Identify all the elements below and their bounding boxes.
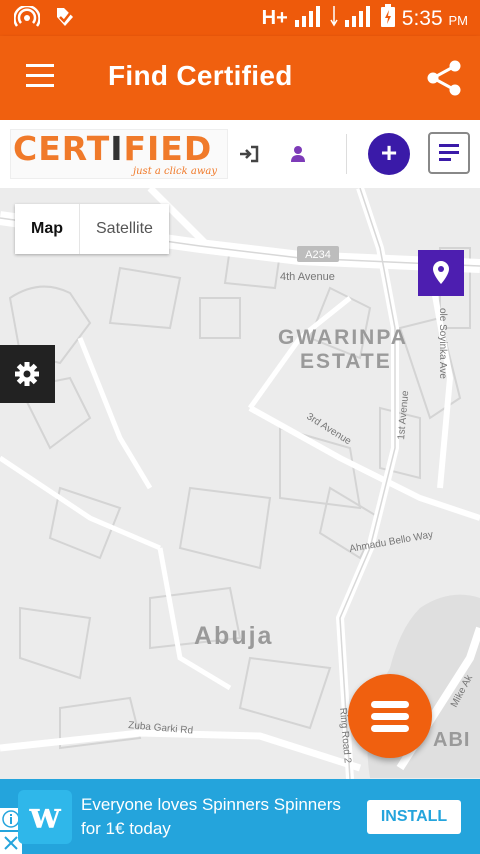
label-abuja: Abuja bbox=[194, 622, 273, 650]
app-bar: Find Certified bbox=[0, 36, 480, 120]
settings-button[interactable] bbox=[0, 345, 55, 403]
map-type-map[interactable]: Map bbox=[15, 204, 80, 254]
page-title: Find Certified bbox=[108, 60, 293, 91]
location-pin-icon bbox=[433, 261, 449, 284]
gear-icon bbox=[15, 362, 39, 386]
map-type-toggle: Map Satellite bbox=[15, 204, 169, 254]
signal-icon-2 bbox=[344, 4, 374, 33]
clock-time: 5:35 bbox=[401, 6, 443, 30]
ad-text: Everyone loves Spinners Spinners for 1€ … bbox=[81, 795, 341, 838]
logo-text-mid: I bbox=[110, 129, 124, 168]
hotspot-icon bbox=[13, 4, 41, 33]
battery-charging-icon bbox=[380, 4, 396, 33]
floating-menu-button[interactable] bbox=[348, 674, 432, 758]
label-gwarinpa: GWARINPA bbox=[278, 326, 408, 349]
ad-banner[interactable]: w Everyone loves Spinners Spinners for 1… bbox=[0, 779, 480, 854]
sign-in-icon[interactable] bbox=[238, 142, 262, 166]
add-button[interactable]: + bbox=[368, 133, 410, 175]
map-view[interactable]: A234 4th Avenue GWARINPA ESTATE ole Soyi… bbox=[0, 188, 480, 779]
location-pin-button[interactable] bbox=[418, 250, 464, 296]
ad-brand-logo: w bbox=[18, 790, 72, 844]
route-badge: A234 bbox=[305, 249, 331, 261]
label-ahmadu-bello: Ahmadu Bello Way bbox=[349, 529, 434, 555]
user-icon[interactable] bbox=[288, 142, 312, 166]
menu-icon[interactable] bbox=[26, 64, 58, 90]
share-icon[interactable] bbox=[424, 58, 464, 98]
certified-logo[interactable]: CERTIFIED just a click away bbox=[10, 129, 228, 179]
data-transfer-icon bbox=[330, 4, 338, 33]
label-estate: ESTATE bbox=[300, 350, 392, 373]
ad-install-button[interactable]: INSTALL bbox=[367, 800, 461, 834]
label-soyinka: ole Soyinka Ave bbox=[437, 308, 448, 379]
label-abi: ABI bbox=[433, 729, 470, 751]
list-view-button[interactable] bbox=[428, 132, 470, 174]
logo-text-left: CERT bbox=[13, 129, 111, 168]
task-check-icon bbox=[54, 6, 76, 33]
toolbar-divider bbox=[346, 134, 347, 174]
label-4th-avenue: 4th Avenue bbox=[280, 271, 335, 283]
map-type-satellite[interactable]: Satellite bbox=[80, 204, 169, 254]
clock-ampm: PM bbox=[448, 12, 469, 28]
logo-text-right: FIED bbox=[123, 129, 213, 168]
logo-tagline: just a click away bbox=[133, 166, 217, 177]
status-bar: H+ 5:35 PM bbox=[0, 0, 480, 36]
signal-icon bbox=[294, 4, 324, 33]
network-type-label: H+ bbox=[261, 7, 288, 29]
clock: 5:35 PM bbox=[402, 7, 468, 31]
